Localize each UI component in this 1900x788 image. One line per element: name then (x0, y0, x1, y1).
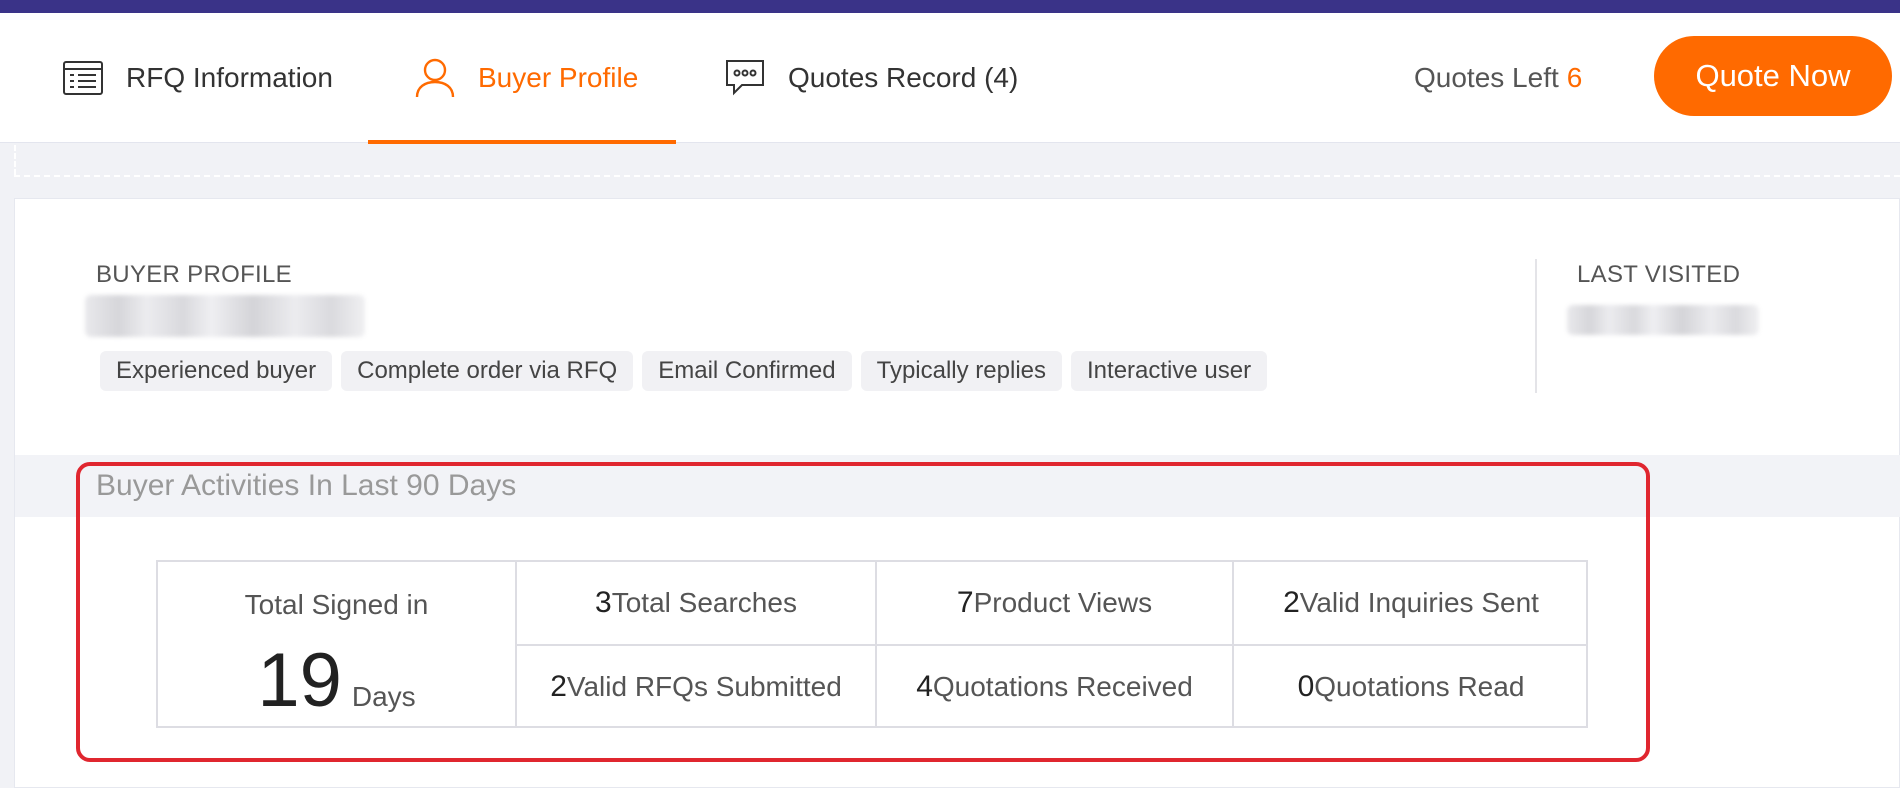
quotes-left-count: 6 (1566, 62, 1583, 93)
total-signed-in-unit: Days (351, 681, 416, 712)
buyer-profile-heading: BUYER PROFILE (96, 261, 292, 288)
tag-typically-replies: Typically replies (860, 351, 1063, 391)
vertical-divider (1535, 259, 1537, 393)
buyer-name-redacted (85, 295, 365, 337)
stat-value: 7 (956, 586, 974, 619)
chat-bubble-icon (724, 58, 766, 98)
stat-quotations-read: 0 Quotations Read (1232, 644, 1588, 728)
tab-bar: RFQ Information Buyer Profile Quotes Rec… (0, 13, 1900, 144)
total-signed-in-cell: Total Signed in 19 Days (158, 562, 515, 728)
stat-value: 2 (550, 670, 567, 703)
stat-label: Total Searches (611, 587, 797, 618)
stat-value: 4 (916, 670, 933, 703)
quotes-left: Quotes Left 6 (1414, 13, 1582, 143)
last-visited-heading: LAST VISITED (1577, 261, 1741, 288)
buyer-profile-card: BUYER PROFILE Experienced buyer Complete… (14, 198, 1900, 788)
top-strip (0, 0, 1900, 13)
stat-product-views: 7 Product Views (875, 562, 1232, 644)
stat-value: 0 (1297, 670, 1315, 703)
stat-label: Valid Inquiries Sent (1299, 587, 1539, 618)
quotes-left-label: Quotes Left (1414, 62, 1559, 93)
tag-interactive-user: Interactive user (1071, 351, 1268, 391)
stat-label: Quotations Read (1314, 671, 1525, 702)
tab-quotes-record[interactable]: Quotes Record (4) (724, 13, 1018, 143)
stat-value: 3 (595, 586, 612, 619)
user-icon (414, 57, 456, 99)
stat-value: 2 (1283, 586, 1300, 619)
last-visited-redacted (1567, 305, 1759, 335)
stat-quotations-received: 4 Quotations Received (875, 644, 1232, 728)
stat-label: Quotations Received (932, 671, 1193, 702)
tag-email-confirmed: Email Confirmed (642, 351, 852, 391)
list-document-icon (62, 60, 104, 96)
quote-now-button[interactable]: Quote Now (1654, 36, 1892, 116)
stat-total-searches: 3 Total Searches (515, 562, 875, 644)
activities-stats-table: Total Signed in 19 Days 3 Total Searches … (156, 560, 1588, 728)
tag-experienced-buyer: Experienced buyer (100, 351, 333, 391)
tab-buyer-profile[interactable]: Buyer Profile (368, 13, 676, 144)
stat-valid-inquiries-sent: 2 Valid Inquiries Sent (1232, 562, 1588, 644)
stat-label: Valid RFQs Submitted (566, 671, 842, 702)
buyer-tags: Experienced buyer Complete order via RFQ… (100, 351, 1268, 391)
tab-rfq-information[interactable]: RFQ Information (62, 13, 333, 143)
dashed-border (14, 145, 16, 175)
tag-complete-order-via-rfq: Complete order via RFQ (341, 351, 634, 391)
activities-title: Buyer Activities In Last 90 Days (96, 469, 517, 502)
total-signed-in-label: Total Signed in (244, 589, 429, 620)
stat-valid-rfqs-submitted: 2 Valid RFQs Submitted (515, 644, 875, 728)
tab-rfq-label: RFQ Information (126, 62, 333, 93)
stat-label: Product Views (973, 587, 1153, 618)
total-signed-in-value: 19 (257, 638, 342, 723)
tab-buyer-profile-label: Buyer Profile (478, 62, 639, 93)
dashed-divider (14, 175, 1900, 177)
tab-quotes-record-label: Quotes Record (4) (788, 62, 1019, 93)
